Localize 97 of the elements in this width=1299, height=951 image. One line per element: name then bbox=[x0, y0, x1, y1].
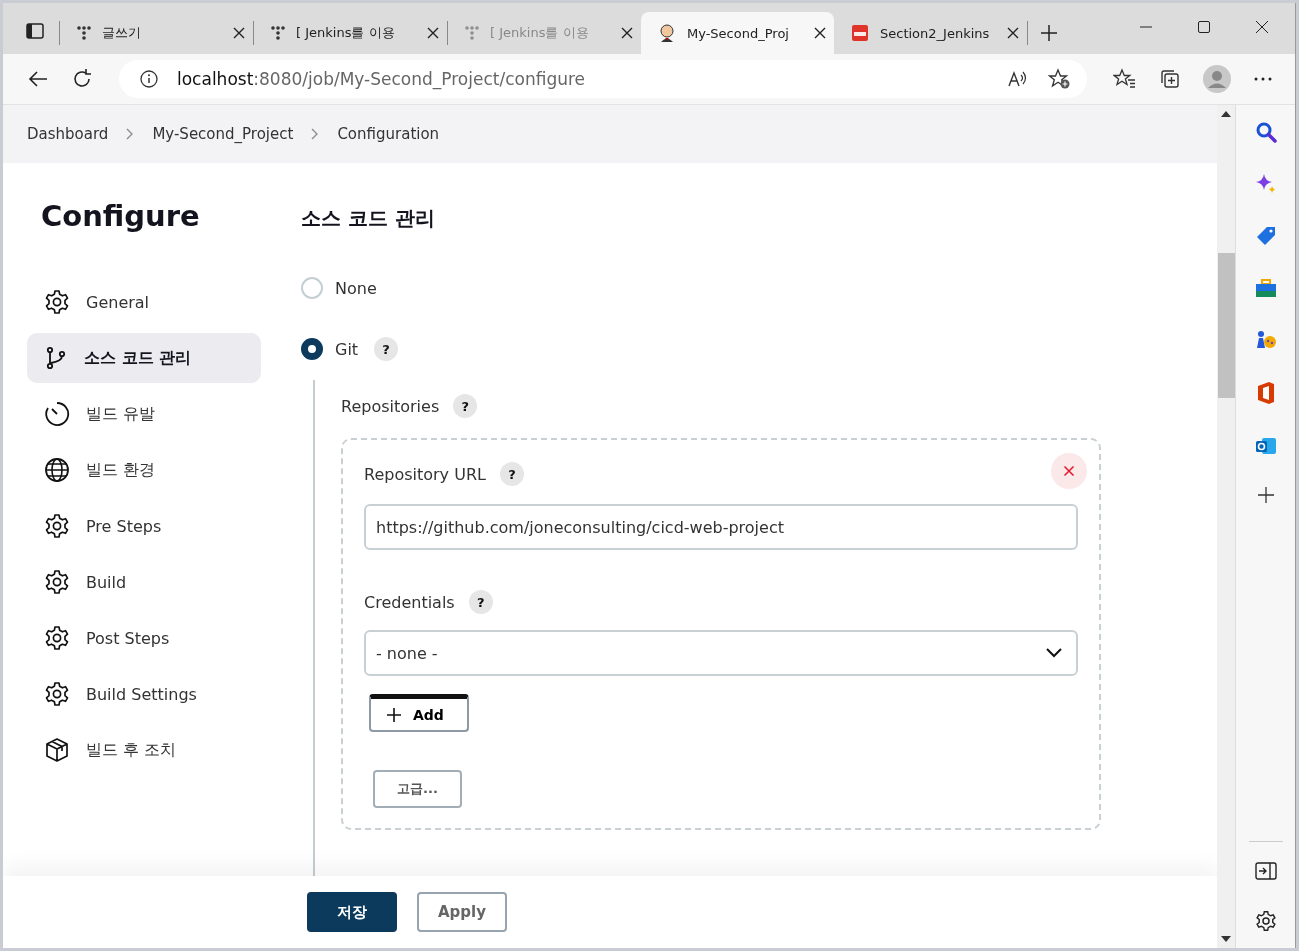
sidebar-toggle-icon[interactable] bbox=[1254, 862, 1277, 880]
sidebar-label: 소스 코드 관리 bbox=[84, 347, 192, 369]
sidebar-label: 빌드 환경 bbox=[86, 459, 156, 481]
game-icon[interactable] bbox=[1254, 329, 1277, 351]
close-icon[interactable] bbox=[233, 27, 245, 39]
field-label: Repositories bbox=[341, 396, 440, 416]
settings-icon[interactable] bbox=[1254, 910, 1277, 932]
field-label: Credentials bbox=[364, 592, 455, 612]
sidebar-label: General bbox=[86, 292, 150, 312]
browser-tab[interactable]: My-Second_Proj bbox=[641, 12, 834, 54]
sidebar-item[interactable]: 소스 코드 관리 bbox=[27, 333, 261, 383]
breadcrumb-link[interactable]: My-Second_Project bbox=[152, 125, 294, 143]
radio-button[interactable] bbox=[301, 338, 323, 360]
gear-icon bbox=[44, 513, 70, 539]
package-icon bbox=[44, 737, 70, 763]
help-button[interactable]: ? bbox=[374, 337, 399, 361]
help-button[interactable]: ? bbox=[499, 462, 524, 486]
chevron-right-icon bbox=[126, 128, 135, 140]
favorites-icon[interactable] bbox=[1113, 68, 1137, 90]
gear-icon bbox=[44, 289, 70, 315]
sidebar-item[interactable]: 빌드 환경 bbox=[27, 445, 261, 495]
chevron-right-icon bbox=[311, 128, 320, 140]
close-icon[interactable] bbox=[814, 27, 826, 39]
url-text: localhost:8080/job/My-Second_Project/configure bbox=[177, 69, 586, 89]
help-button[interactable]: ? bbox=[468, 590, 493, 614]
globe-icon bbox=[44, 457, 70, 483]
branch-icon bbox=[44, 346, 68, 370]
timer-icon bbox=[44, 401, 70, 427]
breadcrumb-link[interactable]: Dashboard bbox=[27, 125, 109, 143]
browser-tab[interactable]: Section2_Jenkins bbox=[834, 12, 1027, 54]
tab-actions-icon[interactable] bbox=[25, 21, 45, 41]
tab-title: Section2_Jenkins bbox=[880, 25, 991, 41]
read-aloud-icon[interactable] bbox=[1007, 69, 1029, 89]
favorite-add-icon[interactable] bbox=[1047, 68, 1071, 90]
tab-title: [ Jenkins를 이용 bbox=[490, 24, 590, 42]
url-input[interactable]: https://github.com/joneconsulting/cicd-web-project bbox=[364, 504, 1078, 550]
help-button[interactable]: ? bbox=[453, 394, 478, 418]
address-bar[interactable]: localhost:8080/job/My-Second_Project/configure bbox=[119, 60, 1087, 98]
avatar-icon[interactable] bbox=[1203, 65, 1231, 93]
radio-label: None bbox=[335, 278, 377, 298]
info-icon[interactable] bbox=[139, 69, 159, 89]
sidebar-item[interactable]: 빌드 유발 bbox=[27, 389, 261, 439]
add-button[interactable]: Add bbox=[369, 694, 469, 732]
browser-tab[interactable]: 글쓰기 bbox=[60, 12, 253, 54]
dots-icon bbox=[270, 25, 286, 41]
add-icon[interactable] bbox=[1257, 487, 1274, 503]
pdf-icon bbox=[850, 23, 870, 43]
tab-title: My-Second_Proj bbox=[687, 25, 790, 41]
scroll-up-icon[interactable] bbox=[1221, 111, 1231, 117]
sidebar-label: 빌드 후 조치 bbox=[86, 739, 177, 761]
scrollbar[interactable] bbox=[1217, 105, 1235, 948]
dots-icon bbox=[76, 25, 92, 41]
close-icon[interactable] bbox=[1007, 27, 1019, 39]
toolbox-icon[interactable] bbox=[1254, 277, 1277, 299]
radio-label: Git bbox=[335, 339, 359, 359]
save-button[interactable]: 저장 bbox=[307, 892, 397, 932]
browser-tab[interactable]: [ Jenkins를 이용 bbox=[254, 12, 447, 54]
delete-button[interactable] bbox=[1051, 453, 1087, 489]
search-icon[interactable] bbox=[1254, 121, 1277, 143]
tab-title: 글쓰기 bbox=[102, 24, 142, 42]
scroll-down-icon[interactable] bbox=[1221, 936, 1231, 942]
sidebar-item[interactable]: 빌드 후 조치 bbox=[27, 725, 261, 775]
breadcrumb-link[interactable]: Configuration bbox=[337, 125, 440, 143]
chevron-down-icon bbox=[1046, 648, 1062, 658]
gear-icon bbox=[44, 569, 70, 595]
new-tab-icon[interactable] bbox=[1040, 24, 1058, 42]
sidebar-item[interactable]: Pre Steps bbox=[27, 501, 261, 551]
sidebar-item[interactable]: Post Steps bbox=[27, 613, 261, 663]
sidebar-label: Build Settings bbox=[86, 684, 197, 704]
sidebar-label: Post Steps bbox=[86, 628, 170, 648]
butler-icon bbox=[657, 23, 677, 43]
maximize-icon[interactable] bbox=[1197, 20, 1211, 34]
more-icon[interactable] bbox=[1253, 76, 1273, 82]
advanced-button[interactable]: 고급... bbox=[373, 770, 462, 808]
collections-icon[interactable] bbox=[1159, 68, 1181, 90]
scroll-thumb[interactable] bbox=[1217, 253, 1235, 398]
gear-icon bbox=[44, 681, 70, 707]
page-title: Configure bbox=[41, 199, 201, 233]
tab-title: [ Jenkins를 이용 bbox=[296, 24, 396, 42]
sidebar-item[interactable]: General bbox=[27, 277, 261, 327]
credentials-select[interactable]: - none - bbox=[364, 630, 1078, 676]
close-icon[interactable] bbox=[621, 27, 633, 39]
apply-button[interactable]: Apply bbox=[417, 892, 507, 932]
sidebar-label: Pre Steps bbox=[86, 516, 162, 536]
sidebar-label: 빌드 유발 bbox=[86, 403, 156, 425]
dots-icon bbox=[464, 25, 480, 41]
plus-icon bbox=[387, 707, 401, 722]
field-label: Repository URL bbox=[364, 464, 486, 484]
close-icon[interactable] bbox=[1255, 20, 1269, 34]
sidebar-item[interactable]: Build Settings bbox=[27, 669, 261, 719]
sidebar-item[interactable]: Build bbox=[27, 557, 261, 607]
mail-icon[interactable] bbox=[1254, 435, 1277, 457]
close-icon[interactable] bbox=[427, 27, 439, 39]
section-title: 소스 코드 관리 bbox=[301, 205, 436, 232]
gear-icon bbox=[44, 625, 70, 651]
sidebar-label: Build bbox=[86, 572, 127, 592]
refresh-icon[interactable] bbox=[71, 68, 93, 90]
